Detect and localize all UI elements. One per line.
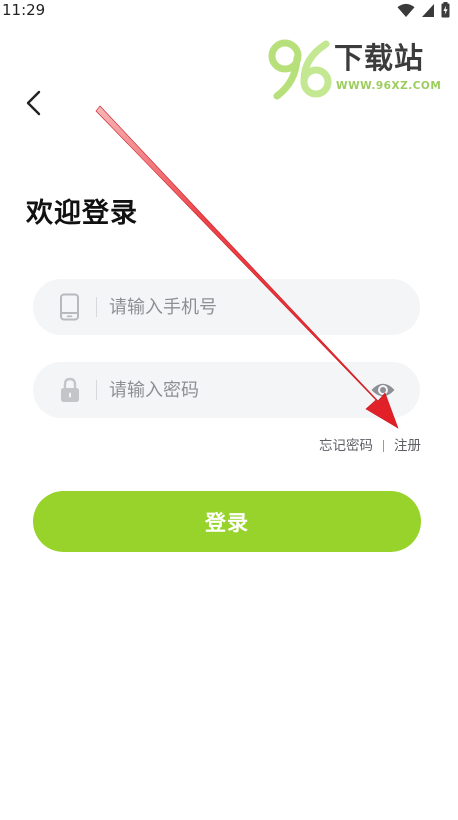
phone-input[interactable] (109, 287, 359, 327)
forgot-password-link[interactable]: 忘记密码 (319, 436, 373, 456)
lock-icon (61, 377, 79, 402)
phone-input-row[interactable] (33, 279, 420, 335)
watermark-96-mark (268, 39, 332, 100)
status-icons (397, 2, 450, 18)
login-button[interactable]: 登录 (33, 491, 421, 552)
password-input-row[interactable] (33, 362, 420, 418)
page-title: 欢迎登录 (26, 198, 138, 229)
eye-icon[interactable] (370, 379, 396, 401)
status-time: 11:29 (2, 1, 46, 19)
password-input[interactable] (109, 370, 359, 410)
wifi-icon (397, 3, 415, 17)
links-divider (383, 440, 384, 452)
signal-icon (422, 3, 434, 17)
auth-links: 忘记密码 注册 (319, 436, 421, 456)
watermark-logo: 下载站 WWW.96XZ.COM (266, 36, 446, 102)
phone-icon (60, 293, 79, 321)
chevron-left-icon (26, 90, 41, 116)
back-button[interactable] (18, 86, 52, 120)
watermark-site-name: 下载站 (334, 41, 425, 75)
battery-charging-icon (441, 2, 450, 18)
watermark-url: WWW.96XZ.COM (336, 80, 442, 92)
status-bar: 11:29 (0, 0, 458, 22)
input-divider (96, 380, 97, 400)
input-divider (96, 297, 97, 317)
register-link[interactable]: 注册 (394, 436, 421, 456)
